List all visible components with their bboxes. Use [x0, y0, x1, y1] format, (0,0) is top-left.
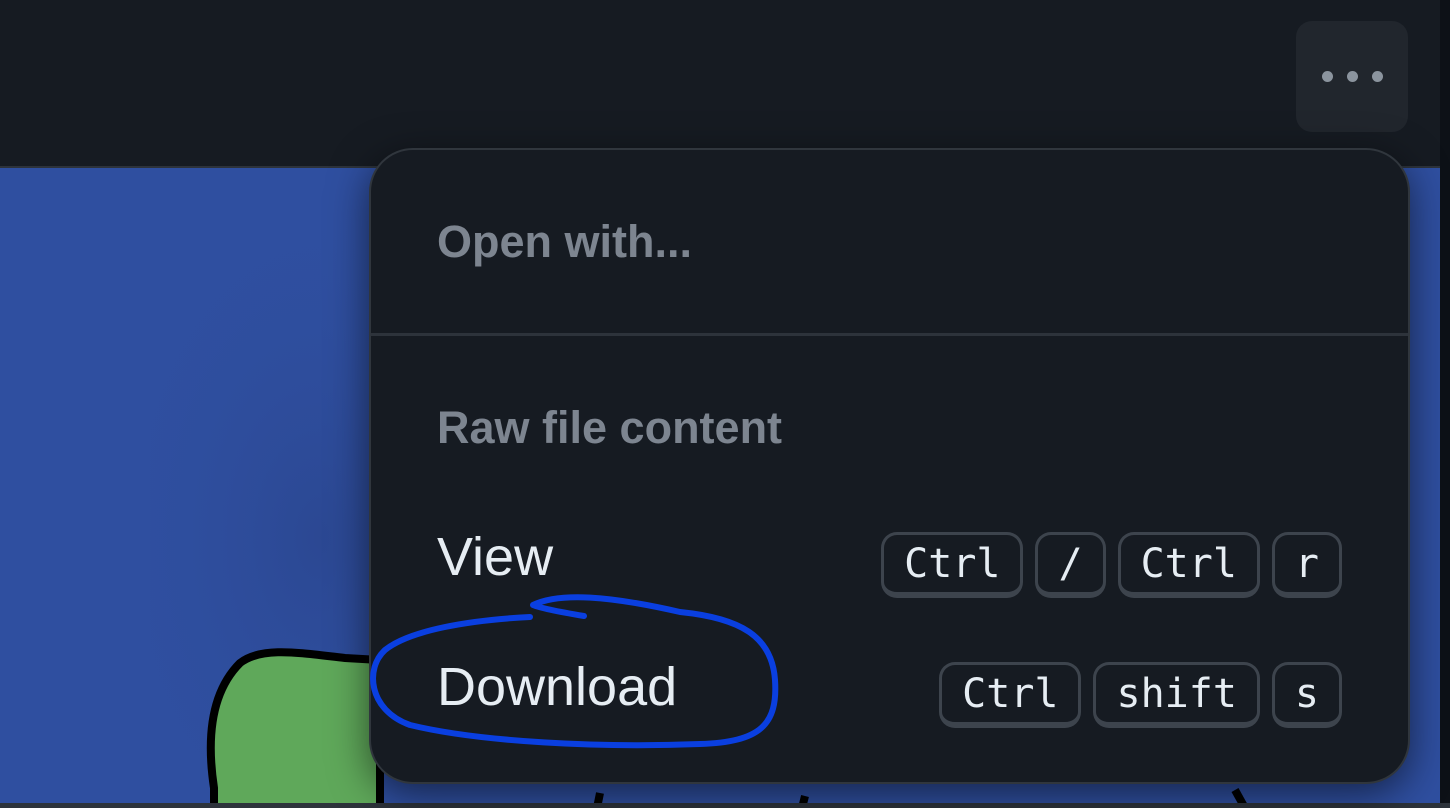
- window-edge: [1440, 0, 1450, 808]
- keyboard-shortcut: Ctrl shift s: [939, 662, 1342, 728]
- kebab-dot: [1346, 71, 1358, 82]
- key-shift: shift: [1093, 662, 1260, 728]
- raw-content-heading: Raw file content: [437, 402, 783, 453]
- keyboard-shortcut: Ctrl / Ctrl r: [881, 532, 1342, 598]
- menu-item-label: Download: [437, 657, 678, 717]
- window-edge-bottom: [0, 803, 1450, 808]
- key-ctrl: Ctrl: [1117, 532, 1260, 598]
- kebab-dot: [1371, 71, 1383, 82]
- menu-item-label: View: [437, 527, 554, 587]
- key-r: r: [1271, 532, 1342, 598]
- kebab-horizontal-icon: [1321, 71, 1333, 82]
- open-with-heading[interactable]: Open with...: [437, 216, 692, 268]
- key-slash: /: [1035, 532, 1106, 598]
- key-ctrl: Ctrl: [939, 662, 1082, 728]
- more-options-menu: Open with... Raw file content View Ctrl …: [369, 148, 1410, 784]
- menu-item-view[interactable]: View Ctrl / Ctrl r: [371, 510, 1408, 606]
- key-s: s: [1271, 662, 1342, 728]
- menu-divider: [371, 333, 1408, 336]
- file-header-bar: [0, 0, 1440, 168]
- menu-item-download[interactable]: Download Ctrl shift s: [371, 640, 1408, 736]
- key-ctrl: Ctrl: [881, 532, 1024, 598]
- more-options-button[interactable]: [1296, 21, 1408, 132]
